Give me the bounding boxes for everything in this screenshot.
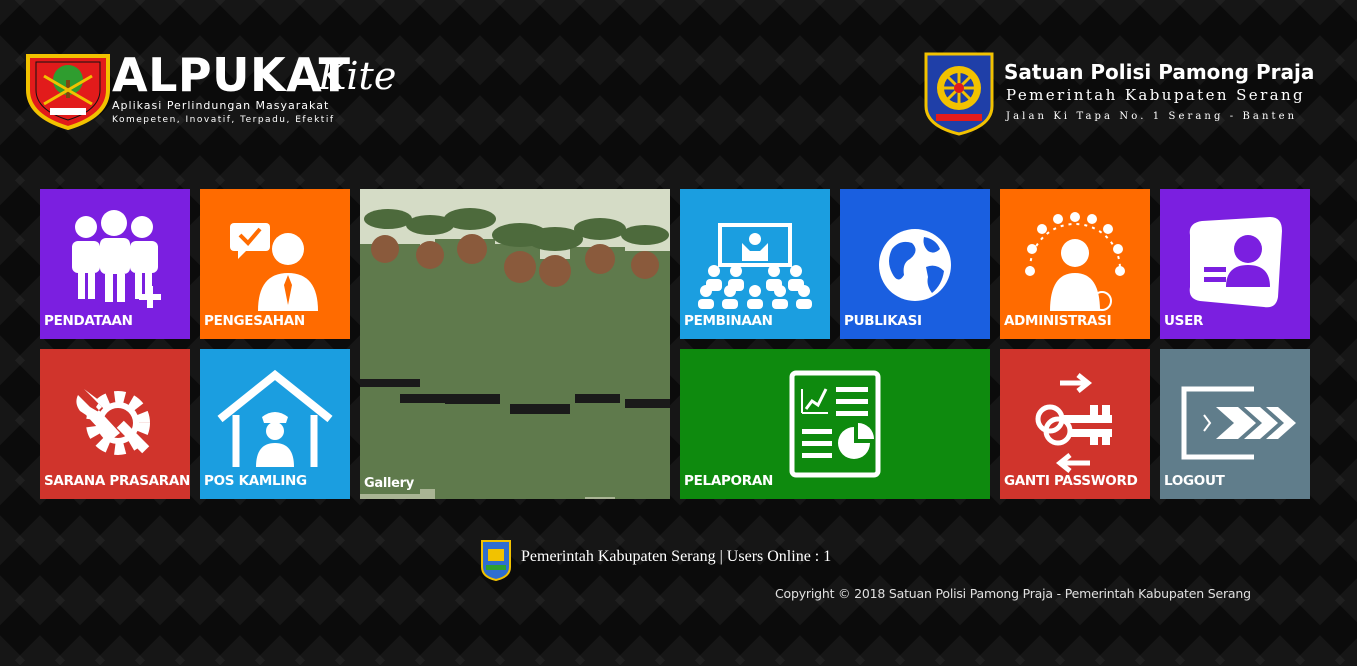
tile-publikasi[interactable]: PUBLIKASI	[840, 189, 990, 339]
gallery-photo	[360, 189, 670, 499]
tile-label: USER	[1164, 313, 1204, 329]
tile-pos-kamling[interactable]: POS KAMLING	[200, 349, 350, 499]
tile-administrasi[interactable]: ADMINISTRASI	[1000, 189, 1150, 339]
copyright: Copyright © 2018 Satuan Polisi Pamong Pr…	[775, 586, 1251, 601]
app-brand: ALPUKAT Kite Aplikasi Perlindungan Masya…	[24, 50, 424, 140]
tile-ganti-password[interactable]: GANTI PASSWORD	[1000, 349, 1150, 499]
tile-label: PELAPORAN	[684, 473, 773, 489]
app-tagline: Aplikasi Perlindungan Masyarakat	[112, 99, 330, 112]
tile-pendataan[interactable]: PENDATAAN	[40, 189, 190, 339]
tile-label: PEMBINAAN	[684, 313, 773, 329]
tile-pengesahan[interactable]: PENGESAHAN	[200, 189, 350, 339]
tile-user[interactable]: USER	[1160, 189, 1310, 339]
tile-label: PENDATAAN	[44, 313, 133, 329]
tile-label: LOGOUT	[1164, 473, 1225, 489]
linmas-shield-logo	[26, 54, 110, 130]
tile-gallery[interactable]: Gallery	[360, 189, 670, 499]
tile-label: GANTI PASSWORD	[1004, 473, 1138, 489]
satpol-pp-badge-logo	[924, 52, 994, 136]
org-header: Satuan Polisi Pamong Praja Pemerintah Ka…	[920, 50, 1320, 140]
tile-label: PUBLIKASI	[844, 313, 922, 329]
tile-label: ADMINISTRASI	[1004, 313, 1112, 329]
app-motto: Komepeten, Inovatif, Terpadu, Efektif	[112, 115, 335, 125]
org-address: Jalan Ki Tapa No. 1 Serang - Banten	[1006, 111, 1298, 122]
org-government: Pemerintah Kabupaten Serang	[1006, 86, 1306, 104]
tile-label: PENGESAHAN	[204, 313, 305, 329]
tile-label: POS KAMLING	[204, 473, 307, 489]
kabupaten-serang-seal-icon	[481, 540, 511, 581]
org-name: Satuan Polisi Pamong Praja	[1004, 60, 1315, 84]
tile-logout[interactable]: LOGOUT	[1160, 349, 1310, 499]
tile-pembinaan[interactable]: PEMBINAAN	[680, 189, 830, 339]
app-title: ALPUKAT	[112, 48, 351, 102]
report-chart-icon	[789, 370, 881, 478]
tile-pelaporan[interactable]: PELAPORAN	[680, 349, 990, 499]
tile-label: Gallery	[364, 476, 414, 491]
app-title-script: Kite	[318, 54, 397, 98]
tile-label: SARANA PRASARANA	[44, 473, 190, 489]
tile-sarana-prasarana[interactable]: SARANA PRASARANA	[40, 349, 190, 499]
footer-status: Pemerintah Kabupaten Serang | Users Onli…	[521, 548, 832, 565]
